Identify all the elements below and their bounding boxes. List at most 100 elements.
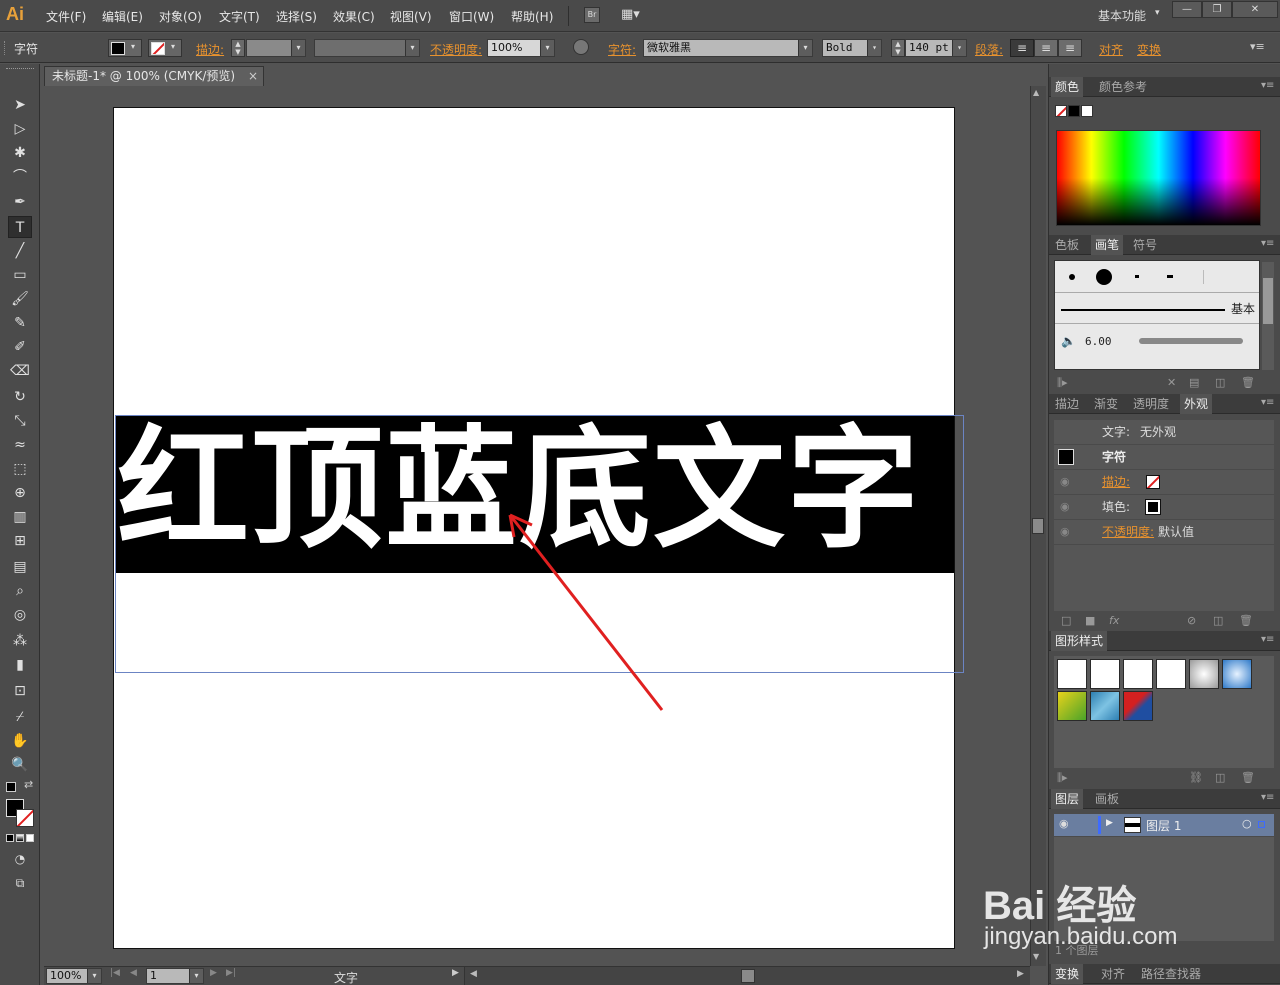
appearance-stroke-row[interactable]: ◉ 描边: — [1054, 470, 1274, 495]
stroke-none-swatch[interactable] — [1146, 475, 1160, 489]
variable-width-dropdown[interactable]: ▾ — [314, 39, 420, 57]
perspective-grid-tool-icon[interactable]: ▥ — [8, 506, 32, 528]
align-center-icon[interactable]: ≡ — [1034, 39, 1058, 57]
scroll-up-icon[interactable]: ▲ — [1033, 88, 1039, 97]
duplicate-item-icon[interactable]: ◫ — [1213, 612, 1223, 630]
artboard-number-dropdown[interactable]: 1 ▾ — [146, 968, 204, 984]
brush-dot-large-icon[interactable] — [1096, 269, 1112, 285]
tab-transparency[interactable]: 透明度 — [1129, 394, 1173, 414]
menu-type[interactable]: 文字(T) — [219, 8, 260, 25]
menu-window[interactable]: 窗口(W) — [449, 8, 494, 25]
menu-file[interactable]: 文件(F) — [46, 8, 86, 25]
tab-brushes[interactable]: 画笔 — [1091, 235, 1124, 255]
delete-style-icon[interactable]: 🗑 — [1241, 769, 1255, 787]
stroke-color-dropdown[interactable]: ▾ — [148, 39, 182, 57]
tab-color[interactable]: 颜色 — [1051, 77, 1084, 97]
add-stroke-icon[interactable]: □ — [1061, 612, 1071, 630]
brush-calligraphic-2-icon[interactable] — [1167, 275, 1173, 278]
brush-calligraphic-3-icon[interactable] — [1203, 270, 1204, 284]
status-menu-icon[interactable]: ▶ — [452, 968, 459, 978]
stroke-weight-dropdown[interactable]: ▾ — [246, 39, 306, 57]
eye-icon[interactable]: ◉ — [1060, 520, 1070, 544]
document-tab[interactable]: 未标题-1* @ 100% (CMYK/预览) × — [44, 66, 264, 86]
close-tab-icon[interactable]: × — [248, 67, 258, 86]
brush-dot-small-icon[interactable] — [1069, 274, 1075, 280]
menu-help[interactable]: 帮助(H) — [511, 8, 553, 25]
menu-view[interactable]: 视图(V) — [390, 8, 432, 25]
recolor-artwork-icon[interactable] — [573, 39, 589, 55]
shape-builder-tool-icon[interactable]: ⊕ — [8, 482, 32, 504]
brush-row-art[interactable]: 🔈 6.00 — [1055, 325, 1259, 359]
magic-wand-tool-icon[interactable]: ✱ — [8, 142, 32, 164]
eyedropper-tool-icon[interactable]: ⌕ — [8, 580, 32, 602]
align-link[interactable]: 对齐 — [1099, 41, 1123, 58]
opacity-row-label[interactable]: 不透明度: — [1102, 520, 1154, 544]
hscroll-thumb[interactable] — [741, 969, 755, 983]
expand-triangle-icon[interactable]: ▶ — [1106, 818, 1113, 828]
horizontal-scrollbar[interactable]: ◀ ▶ — [464, 967, 1030, 985]
brush-scrollbar[interactable] — [1262, 262, 1274, 370]
paragraph-label[interactable]: 段落: — [975, 41, 1003, 58]
opacity-dropdown[interactable]: 100% ▾ — [487, 39, 555, 57]
rectangle-tool-icon[interactable]: ▭ — [8, 264, 32, 286]
style-cube-swatch[interactable] — [1123, 691, 1153, 721]
add-effect-icon[interactable]: fx — [1109, 612, 1119, 630]
style-white-swatch[interactable] — [1123, 659, 1153, 689]
tab-stroke[interactable]: 描边 — [1051, 394, 1083, 414]
break-link-icon[interactable]: ⛓ — [1189, 769, 1203, 787]
color-mode-icon[interactable] — [6, 834, 14, 842]
options-icon[interactable]: ▤ — [1189, 374, 1199, 392]
font-size-stepper[interactable]: ▲ ▼ — [891, 39, 905, 57]
tab-graphic-styles[interactable]: 图形样式 — [1051, 631, 1108, 651]
panel-menu-icon[interactable]: ▾≡ — [1261, 80, 1274, 91]
brush-libraries-icon[interactable]: ⫼▸ — [1057, 374, 1068, 392]
font-size-dropdown[interactable]: 140 pt ▾ — [905, 39, 967, 57]
stroke-row-label[interactable]: 描边: — [1102, 470, 1130, 494]
menu-edit[interactable]: 编辑(E) — [102, 8, 143, 25]
tab-artboards[interactable]: 画板 — [1091, 789, 1123, 809]
style-double-swatch[interactable] — [1156, 659, 1186, 689]
scroll-right-icon[interactable]: ▶ — [1017, 969, 1024, 979]
clear-appearance-icon[interactable]: ⊘ — [1187, 612, 1196, 630]
style-default-swatch[interactable] — [1057, 659, 1087, 689]
pen-tool-icon[interactable]: ✒ — [8, 191, 32, 213]
tab-swatches[interactable]: 色板 — [1051, 235, 1083, 255]
drawing-mode-icon[interactable]: ◔ — [8, 848, 32, 870]
fill-black-swatch[interactable] — [1145, 499, 1161, 515]
brush-scroll-thumb[interactable] — [1263, 278, 1273, 324]
appearance-opacity-row[interactable]: ◉ 不透明度: 默认值 — [1054, 520, 1274, 545]
arrange-documents-icon[interactable]: ▦▾ — [621, 7, 651, 23]
column-graph-tool-icon[interactable]: ▮ — [8, 654, 32, 676]
tab-layers[interactable]: 图层 — [1051, 789, 1084, 809]
font-style-dropdown[interactable]: Bold ▾ — [822, 39, 882, 57]
pencil-tool-icon[interactable]: ✎ — [8, 312, 32, 334]
target-icon[interactable]: ○ — [1242, 817, 1252, 830]
align-left-icon[interactable]: ≡ — [1010, 39, 1034, 57]
fill-color-dropdown[interactable]: ▾ — [108, 39, 142, 57]
panel-menu-icon[interactable]: ▾≡ — [1261, 634, 1274, 645]
bridge-button[interactable]: Br — [584, 7, 600, 23]
stroke-color-box[interactable] — [16, 809, 34, 827]
blob-brush-tool-icon[interactable]: ✐ — [8, 336, 32, 358]
scroll-left-icon[interactable]: ◀ — [470, 969, 477, 979]
appearance-character-row[interactable]: 字符 — [1054, 445, 1274, 470]
stroke-label[interactable]: 描边: — [196, 41, 224, 58]
lasso-tool-icon[interactable]: ⌒ — [8, 166, 32, 188]
close-window-button[interactable]: ✕ — [1232, 1, 1278, 18]
type-tool-icon[interactable]: T — [8, 216, 32, 238]
style-blue-glow-swatch[interactable] — [1222, 659, 1252, 689]
scroll-thumb[interactable] — [1032, 518, 1044, 534]
rotate-tool-icon[interactable]: ↻ — [8, 386, 32, 408]
mesh-tool-icon[interactable]: ⊞ — [8, 530, 32, 552]
first-artboard-icon[interactable]: |◀ — [110, 968, 120, 978]
align-right-icon[interactable]: ≡ — [1058, 39, 1082, 57]
slice-tool-icon[interactable]: ⌿ — [8, 706, 32, 728]
grip-handle[interactable] — [6, 68, 34, 72]
style-shadow-swatch[interactable] — [1189, 659, 1219, 689]
panel-menu-icon[interactable]: ▾≡ — [1261, 238, 1274, 249]
hand-tool-icon[interactable]: ✋ — [8, 730, 32, 752]
restore-button[interactable]: ❐ — [1202, 1, 1232, 18]
menu-effect[interactable]: 效果(C) — [333, 8, 375, 25]
layer-name[interactable]: 图层 1 — [1146, 817, 1181, 834]
new-style-icon[interactable]: ◫ — [1215, 769, 1225, 787]
